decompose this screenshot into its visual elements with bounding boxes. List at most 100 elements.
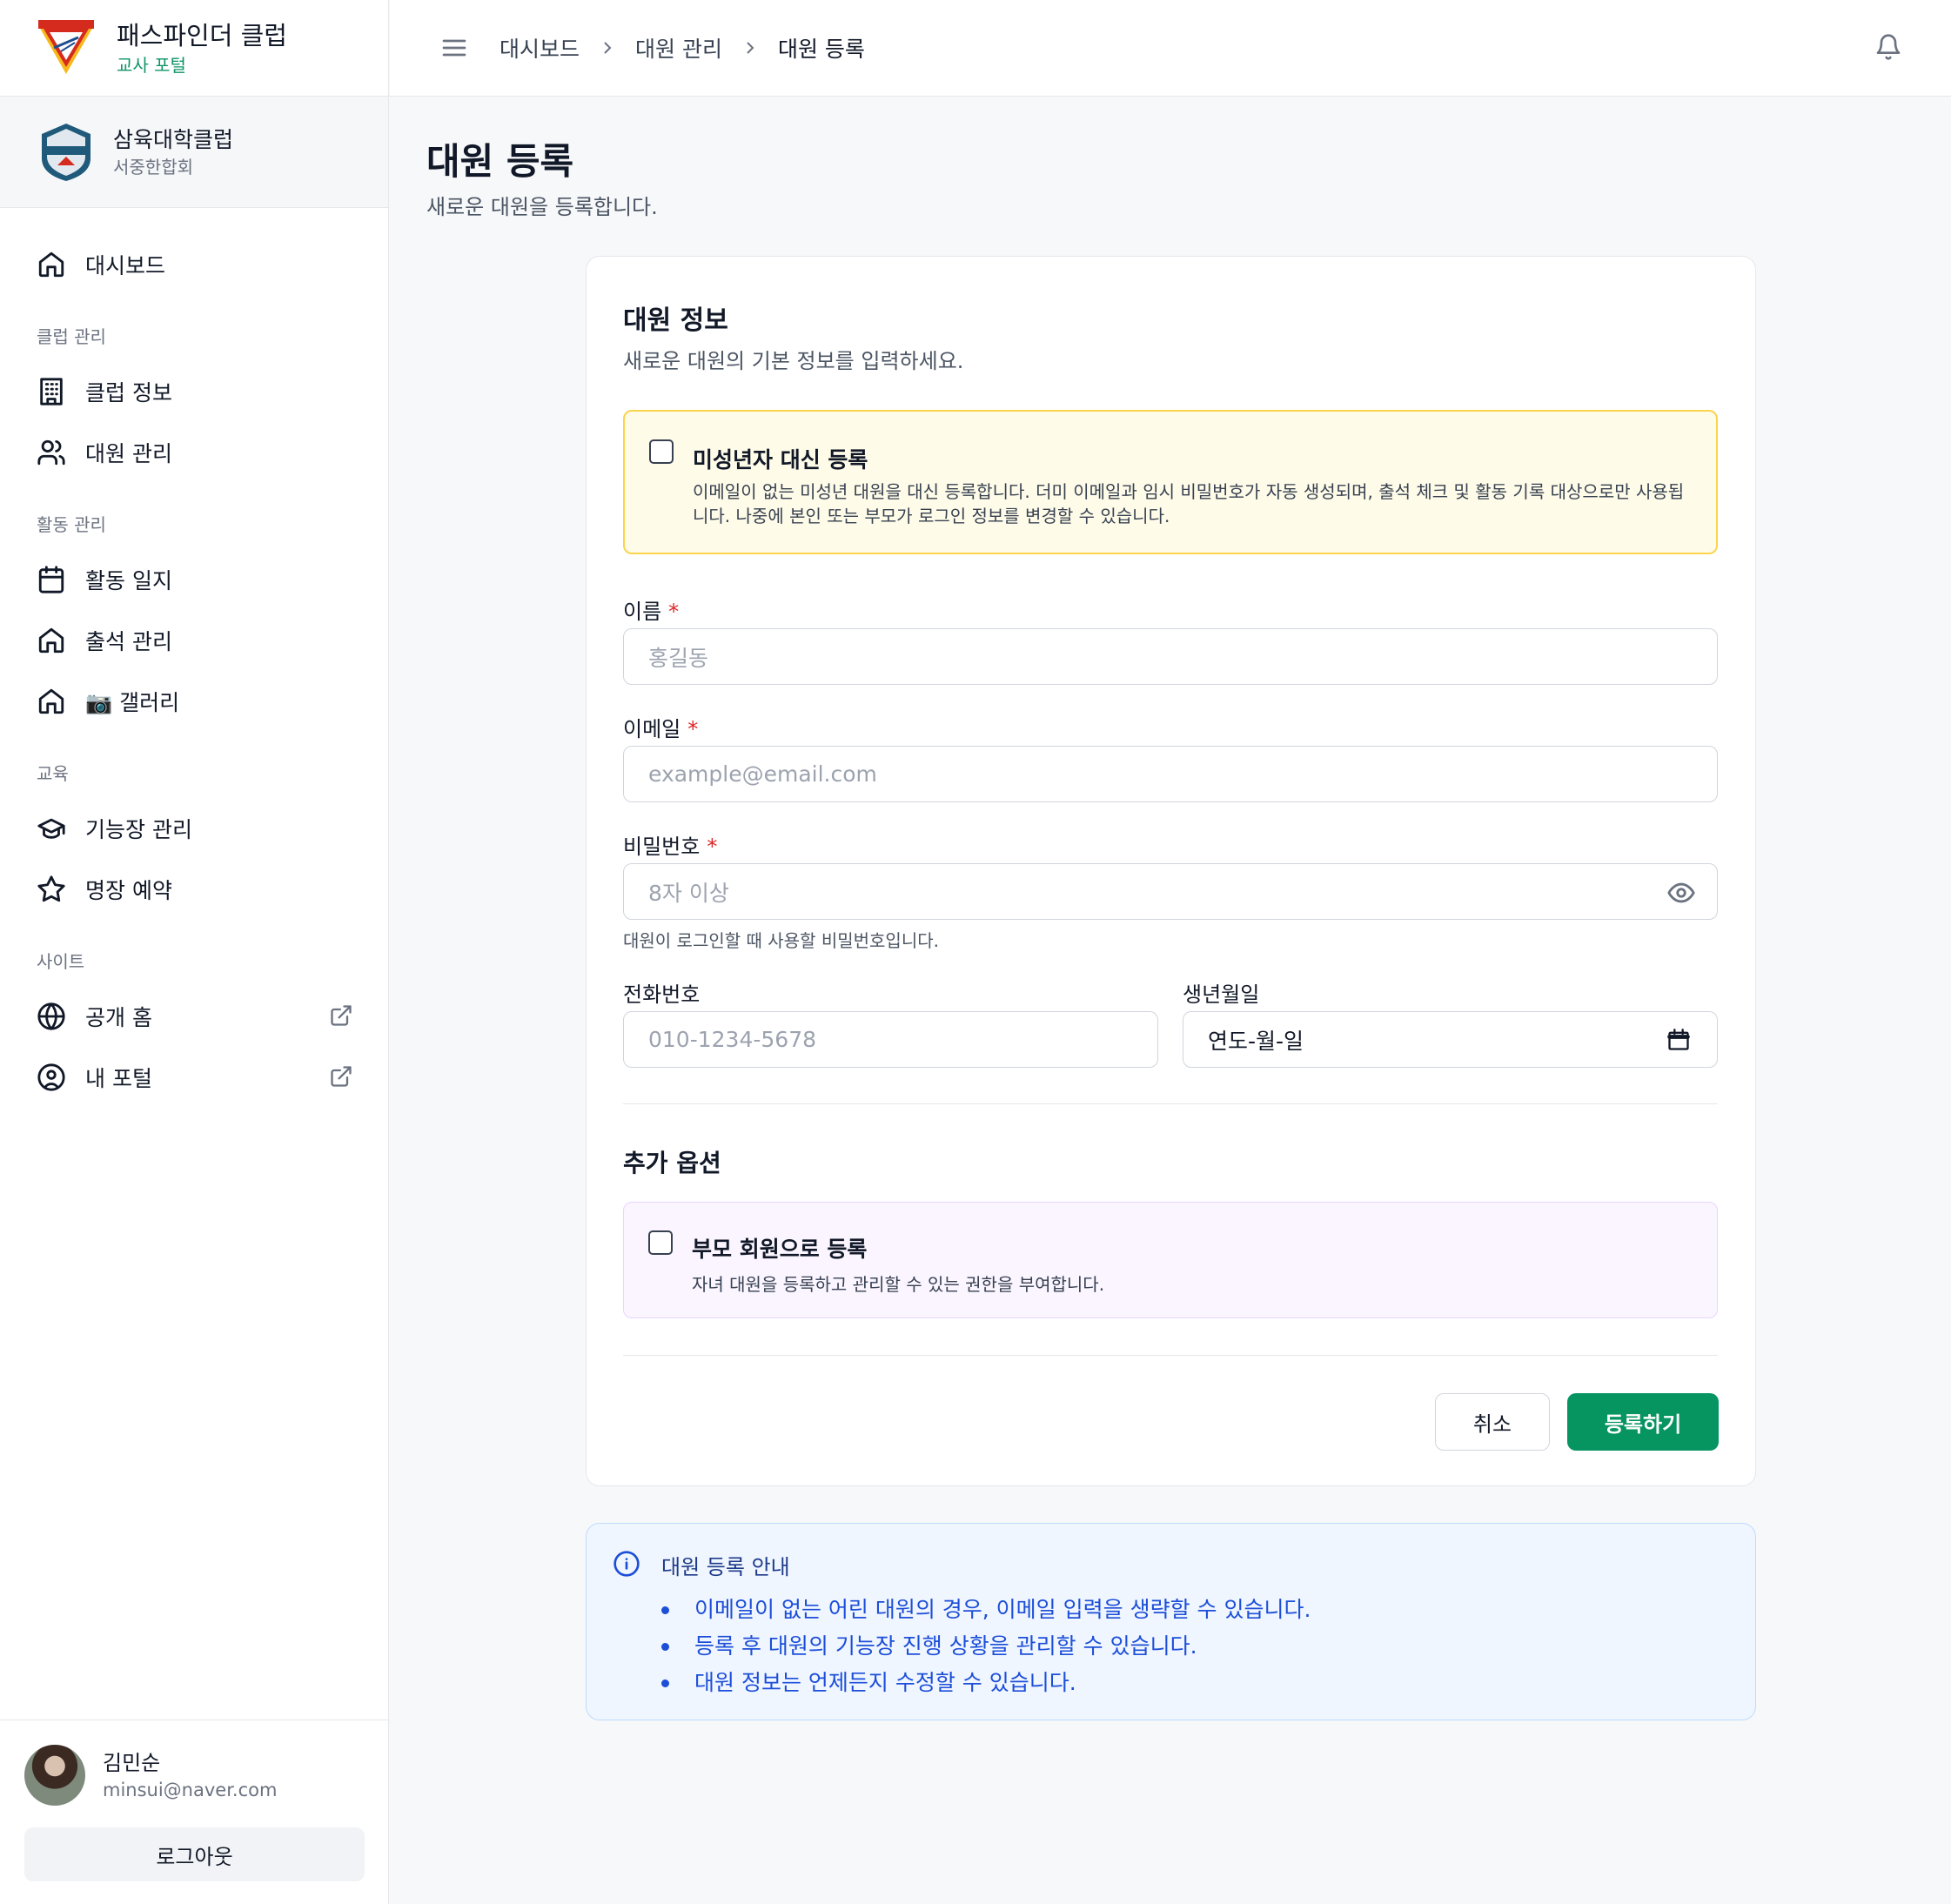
external-link-icon — [329, 1003, 353, 1028]
sidebar-item-gallery[interactable]: 📷 갤러리 — [0, 671, 388, 732]
sidebar-item-label: 출석 관리 — [85, 629, 172, 654]
sidebar-item-label: 기능장 관리 — [85, 817, 192, 842]
email-input[interactable]: example@email.com — [623, 746, 1718, 802]
sidebar-item-label: 내 포털 — [85, 1066, 152, 1091]
users-icon — [37, 439, 65, 466]
page-subtitle: 새로운 대원을 등록합니다. — [426, 195, 658, 219]
form-subtitle: 새로운 대원의 기본 정보를 입력하세요. — [623, 349, 964, 373]
submit-button[interactable]: 등록하기 — [1567, 1393, 1719, 1451]
parent-member-checkbox[interactable] — [648, 1230, 673, 1255]
home-icon — [38, 688, 64, 714]
user-name: 김민순 — [103, 1751, 161, 1775]
sidebar-item-label: 명장 예약 — [85, 878, 172, 903]
home-icon — [38, 251, 64, 278]
sidebar-item-public-home[interactable]: 공개 홈 — [0, 986, 388, 1047]
birthdate-value: 연도-월-일 — [1208, 1028, 1304, 1054]
eye-icon[interactable] — [1666, 878, 1696, 908]
birthdate-input[interactable]: 연도-월-일 — [1183, 1011, 1718, 1068]
form-title: 대원 정보 — [623, 305, 728, 336]
phone-label: 전화번호 — [623, 982, 701, 1007]
breadcrumb-members[interactable]: 대원 관리 — [635, 32, 722, 64]
sidebar-item-my-portal[interactable]: 내 포털 — [0, 1047, 388, 1108]
password-placeholder: 8자 이상 — [648, 880, 729, 906]
required-mark: * — [668, 600, 680, 624]
sidebar-item-honors[interactable]: 기능장 관리 — [0, 798, 388, 859]
club-info[interactable]: 삼육대학클럽 서중한합회 — [0, 97, 388, 208]
password-label: 비밀번호 * — [623, 835, 718, 859]
list-item: 대원 정보는 언제든지 수정할 수 있습니다. — [661, 1665, 1311, 1701]
user-email: minsui@naver.com — [103, 1780, 278, 1800]
sidebar-item-label: 대시보드 — [85, 253, 166, 278]
globe-icon — [37, 1002, 65, 1030]
guide-title: 대원 등록 안내 — [661, 1555, 790, 1579]
section-title-club: 클럽 관리 — [37, 326, 106, 347]
birthdate-label: 생년월일 — [1183, 982, 1260, 1007]
sidebar-item-dashboard[interactable]: 대시보드 — [0, 234, 388, 295]
section-title-activity: 활동 관리 — [37, 514, 106, 535]
divider — [623, 1103, 1718, 1104]
password-hint: 대원이 로그인할 때 사용할 비밀번호입니다. — [623, 930, 939, 951]
brand[interactable]: 패스파인더 클럽 교사 포털 — [0, 0, 388, 97]
divider — [623, 1355, 1718, 1356]
parent-member-title: 부모 회원으로 등록 — [692, 1237, 868, 1262]
sidebar-item-club-info[interactable]: 클럽 정보 — [0, 361, 388, 422]
phone-input[interactable]: 010-1234-5678 — [623, 1011, 1158, 1068]
info-icon — [613, 1550, 640, 1578]
topbar: 대시보드 대원 관리 대원 등록 — [390, 0, 1951, 97]
sidebar-item-members[interactable]: 대원 관리 — [0, 422, 388, 483]
minor-registration-desc: 이메일이 없는 미성년 대원을 대신 등록합니다. 더미 이메일과 임시 비밀번… — [693, 481, 1685, 526]
required-mark: * — [707, 835, 718, 859]
breadcrumb-dashboard[interactable]: 대시보드 — [499, 32, 580, 64]
list-item: 이메일이 없는 어린 대원의 경우, 이메일 입력을 생략할 수 있습니다. — [661, 1592, 1311, 1628]
user-circle-icon — [37, 1063, 65, 1091]
chevron-right-icon — [597, 37, 618, 58]
sidebar-item-label: 활동 일지 — [85, 568, 172, 593]
sidebar-item-label: 공개 홈 — [85, 1005, 152, 1030]
sidebar-item-master-booking[interactable]: 명장 예약 — [0, 859, 388, 920]
home-icon — [38, 627, 64, 654]
sidebar: 패스파인더 클럽 교사 포털 삼육대학클럽 서중한합회 대시보드 클럽 관리 클… — [0, 0, 389, 1904]
avatar[interactable] — [24, 1745, 85, 1806]
parent-member-desc: 자녀 대원을 등록하고 관리할 수 있는 권한을 부여합니다. — [692, 1274, 1105, 1295]
breadcrumb: 대시보드 대원 관리 대원 등록 — [499, 32, 865, 64]
page-title: 대원 등록 — [426, 140, 574, 183]
pathfinder-logo — [38, 20, 94, 74]
user-panel: 김민순 minsui@naver.com 로그아웃 — [0, 1720, 388, 1904]
minor-registration-title: 미성년자 대신 등록 — [693, 447, 868, 473]
minor-registration-checkbox[interactable] — [649, 439, 674, 464]
member-form-card: 대원 정보 새로운 대원의 기본 정보를 입력하세요. 미성년자 대신 등록 이… — [586, 256, 1756, 1486]
section-title-site: 사이트 — [37, 951, 85, 972]
logout-button[interactable]: 로그아웃 — [24, 1827, 365, 1881]
registration-guide: 대원 등록 안내 이메일이 없는 어린 대원의 경우, 이메일 입력을 생략할 … — [586, 1523, 1756, 1720]
password-input[interactable]: 8자 이상 — [623, 863, 1718, 920]
list-item: 등록 후 대원의 기능장 진행 상황을 관리할 수 있습니다. — [661, 1628, 1311, 1665]
brand-title: 패스파인더 클럽 — [117, 21, 287, 50]
cancel-button[interactable]: 취소 — [1435, 1393, 1550, 1451]
external-link-icon — [329, 1064, 353, 1089]
chevron-right-icon — [740, 37, 761, 58]
email-label: 이메일 * — [623, 717, 699, 741]
brand-subtitle: 교사 포털 — [117, 55, 186, 76]
sidebar-item-activity-log[interactable]: 활동 일지 — [0, 549, 388, 610]
sidebar-item-attendance[interactable]: 출석 관리 — [0, 610, 388, 671]
parent-member-option: 부모 회원으로 등록 자녀 대원을 등록하고 관리할 수 있는 권한을 부여합니… — [623, 1202, 1718, 1318]
sidebar-item-label: 대원 관리 — [85, 441, 172, 466]
bell-icon[interactable] — [1874, 33, 1902, 61]
calendar-icon[interactable] — [1666, 1028, 1691, 1052]
name-label: 이름 * — [623, 600, 680, 624]
club-region: 서중한합회 — [113, 156, 193, 178]
sidebar-item-label: 클럽 정보 — [85, 380, 172, 406]
guide-list: 이메일이 없는 어린 대원의 경우, 이메일 입력을 생략할 수 있습니다. 등… — [661, 1592, 1311, 1701]
sidebar-nav: 대시보드 클럽 관리 클럽 정보 대원 관리 활동 관리 활동 일지 출석 관리… — [0, 208, 388, 1108]
sidebar-item-label: 📷 갤러리 — [85, 690, 180, 715]
building-icon — [40, 378, 63, 406]
club-logo — [42, 123, 91, 181]
section-title-education: 교육 — [37, 763, 69, 784]
calendar-icon — [38, 566, 64, 593]
minor-registration-option: 미성년자 대신 등록 이메일이 없는 미성년 대원을 대신 등록합니다. 더미 … — [623, 410, 1718, 554]
name-input[interactable]: 홍길동 — [623, 628, 1718, 685]
menu-icon[interactable] — [440, 34, 468, 62]
breadcrumb-current: 대원 등록 — [777, 37, 865, 62]
extra-options-title: 추가 옵션 — [623, 1149, 721, 1177]
graduation-cap-icon — [37, 818, 65, 839]
